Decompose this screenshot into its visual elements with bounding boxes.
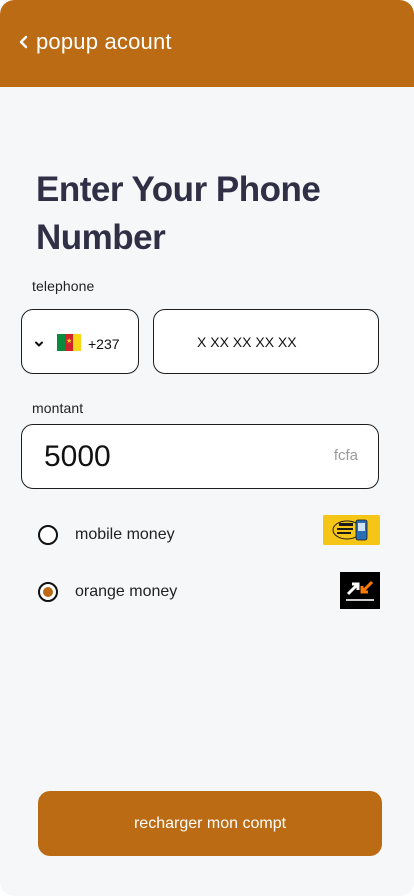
orange-money-logo: [340, 572, 380, 609]
payment-option-label: mobile money: [75, 526, 175, 543]
telephone-label: telephone: [32, 278, 95, 294]
payment-option-mobile-money[interactable]: mobile money: [30, 515, 380, 555]
radio-button-checked[interactable]: [38, 582, 58, 602]
montant-label: montant: [32, 400, 84, 416]
payment-option-label: orange money: [75, 583, 178, 600]
phone-number-input[interactable]: [153, 309, 379, 374]
dial-code: +237: [88, 336, 120, 352]
currency-label: fcfa: [333, 447, 358, 464]
recharge-account-button[interactable]: recharger mon compt: [38, 791, 382, 856]
chevron-left-icon: [14, 32, 34, 52]
payment-option-orange-money[interactable]: orange money: [30, 572, 380, 612]
back-button[interactable]: popup acount: [14, 29, 172, 54]
screen: popup acount Enter Your Phone Number tel…: [0, 0, 414, 896]
country-code-select[interactable]: +237: [21, 309, 139, 374]
amount-input[interactable]: [44, 437, 304, 477]
chevron-down-icon: [33, 337, 45, 349]
mtn-mobile-money-logo: [323, 515, 380, 545]
cameroon-flag-icon: [57, 334, 81, 351]
header-title: popup acount: [36, 29, 172, 54]
page-title: Enter Your Phone Number: [36, 170, 321, 257]
amount-field: fcfa: [21, 424, 379, 489]
header-bar: popup acount: [0, 0, 414, 87]
radio-button[interactable]: [38, 525, 58, 545]
